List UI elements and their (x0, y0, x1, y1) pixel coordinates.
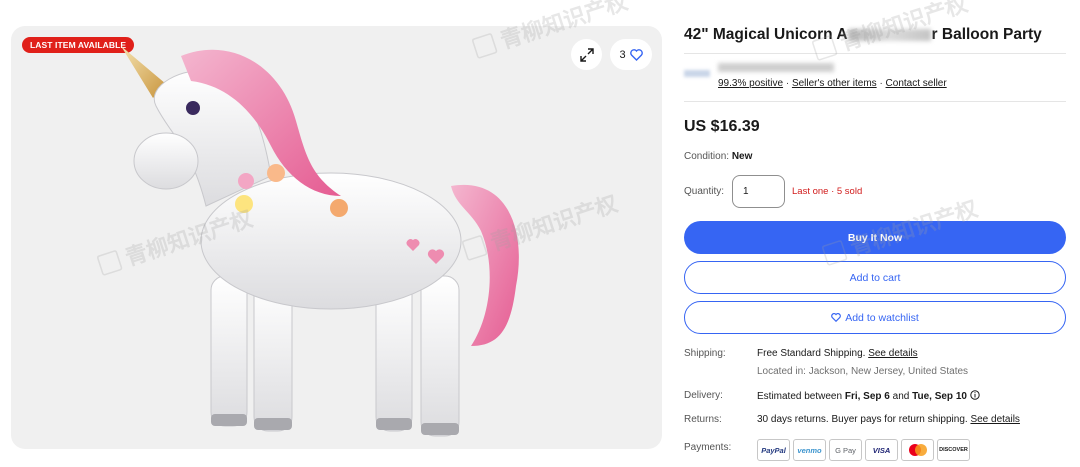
price: US $16.39 (684, 118, 760, 135)
venmo-icon: venmo (793, 439, 826, 461)
seller-info: 99.3% positive · Seller's other items · … (718, 78, 947, 89)
seller-other-items-link[interactable]: Seller's other items (792, 78, 877, 89)
google-pay-icon: G Pay (829, 439, 862, 461)
expand-image-button[interactable] (571, 39, 602, 70)
seller-name[interactable] (718, 63, 834, 72)
add-to-watchlist-button[interactable]: Add to watchlist (684, 301, 1066, 334)
shipping-location: Located in: Jackson, New Jersey, United … (757, 366, 969, 377)
delivery-label: Delivery: (684, 390, 723, 401)
divider (684, 101, 1066, 102)
delivery-value: Estimated between Fri, Sep 6 and Tue, Se… (757, 390, 980, 402)
info-icon[interactable] (970, 390, 980, 400)
seller-feedback-link[interactable]: 99.3% positive (718, 78, 783, 89)
quantity-note: Last one · 5 sold (792, 186, 863, 197)
returns-label: Returns: (684, 414, 722, 425)
quantity-label: Quantity: (684, 186, 725, 197)
heart-icon (629, 48, 643, 61)
shipping-value: Free Standard Shipping. See details (757, 348, 918, 359)
divider (684, 53, 1066, 54)
heart-icon (831, 313, 842, 322)
buy-it-now-button[interactable]: Buy It Now (684, 221, 1066, 254)
redacted-text (848, 28, 931, 41)
condition-value: New (731, 151, 753, 162)
discover-icon: DISCOVER (937, 439, 970, 461)
payments-label: Payments: (684, 442, 732, 453)
visa-icon: VISA (865, 439, 898, 461)
contact-seller-link[interactable]: Contact seller (886, 78, 947, 89)
listing-title: 42" Magical Unicorn Ar Balloon Party (684, 26, 1042, 43)
image-gallery[interactable]: LAST ITEM AVAILABLE 3 (11, 26, 662, 449)
watch-count-button[interactable]: 3 (610, 39, 652, 70)
quantity-input[interactable]: 1 (732, 175, 785, 208)
returns-details-link[interactable]: See details (970, 414, 1019, 425)
shipping-details-link[interactable]: See details (868, 348, 917, 359)
shipping-label: Shipping: (684, 348, 726, 359)
condition: Condition: New (684, 151, 753, 162)
mastercard-icon (901, 439, 934, 461)
seller-avatar (684, 70, 710, 77)
product-image[interactable] (111, 26, 561, 449)
paypal-icon: PayPal (757, 439, 790, 461)
returns-value: 30 days returns. Buyer pays for return s… (757, 414, 1020, 425)
payment-methods: PayPal venmo G Pay VISA DISCOVER (757, 439, 970, 461)
expand-icon (579, 47, 594, 62)
watch-count: 3 (619, 48, 626, 61)
add-to-cart-button[interactable]: Add to cart (684, 261, 1066, 294)
